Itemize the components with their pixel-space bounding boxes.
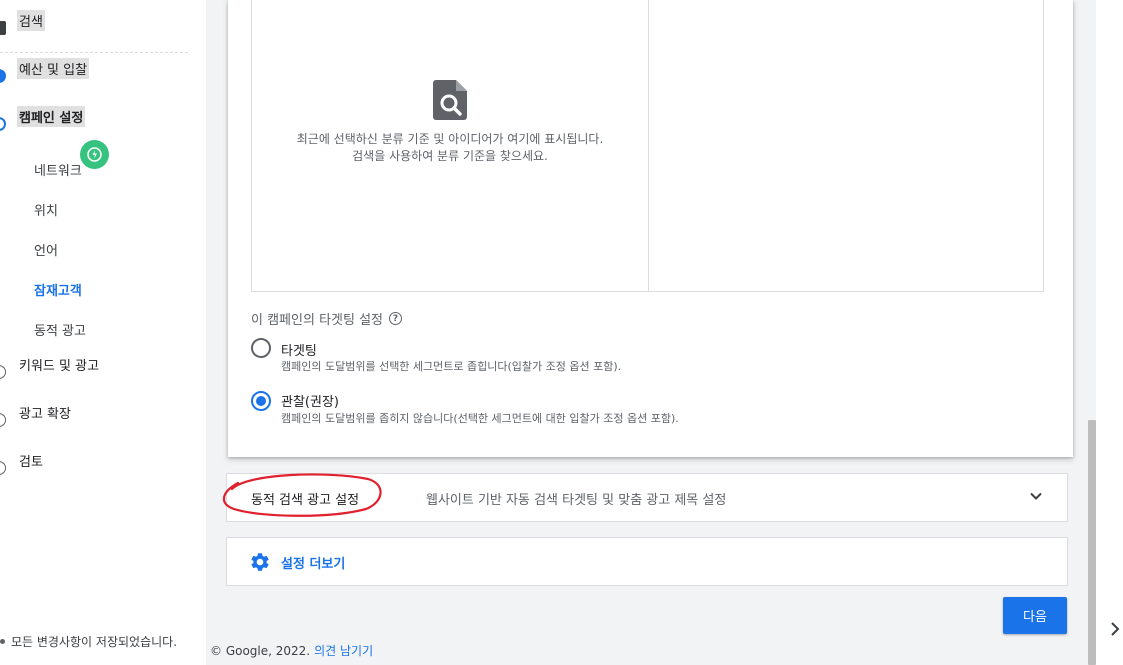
radio-targeting[interactable] [251, 338, 271, 358]
feedback-link[interactable]: 의견 남기기 [314, 644, 373, 658]
radio-observation[interactable] [251, 391, 271, 411]
campaign-steps-sidebar: 검색 예산 및 입찰 캠페인 설정 네트워크 위치 언어 잠재고객 동적 광고 … [0, 0, 206, 665]
next-button[interactable]: 다음 [1003, 597, 1067, 634]
scrollbar-thumb[interactable] [1088, 420, 1096, 665]
empty-state-line: 최근에 선택하신 분류 기준 및 아이디어가 여기에 표시됩니다. [296, 132, 604, 146]
gear-icon [251, 553, 269, 571]
step-circle-icon [0, 365, 6, 379]
option-observation-desc: 캠페인의 도달범위를 좁히지 않습니다(선택한 세그먼트에 대한 입찰가 조정 … [281, 412, 679, 425]
step-label: 검색 [17, 9, 45, 31]
step-label: 광고 확장 [19, 406, 71, 422]
assistant-badge-icon[interactable] [80, 140, 109, 169]
option-targeting-desc: 캠페인의 도달범위를 선택한 세그먼트로 좁힙니다(입찰가 조정 옵션 포함). [281, 360, 622, 373]
dynamic-search-ads-row[interactable]: 동적 검색 광고 설정 웹사이트 기반 자동 검색 타겟팅 및 맞춤 광고 제목… [222, 473, 1068, 522]
step-label: 캠페인 설정 [17, 105, 86, 127]
option-targeting-label: 타겟팅 [281, 344, 317, 359]
option-observation-label: 관찰(권장) [281, 395, 339, 410]
saved-status: 모든 변경사항이 저장되었습니다. [0, 633, 177, 650]
help-icon[interactable]: ? [389, 312, 402, 325]
pane-divider [648, 0, 649, 292]
search-step-icon [0, 21, 6, 35]
dsa-title: 동적 검색 광고 설정 [251, 493, 360, 508]
chevron-down-icon[interactable] [1029, 488, 1043, 507]
substep-dynamic-ads[interactable]: 동적 광고 [34, 320, 86, 339]
chevron-right-icon[interactable] [1109, 621, 1121, 641]
empty-state-text: 최근에 선택하신 분류 기준 및 아이디어가 여기에 표시됩니다. 검색을 사용… [252, 131, 648, 165]
audience-card: 최근에 선택하신 분류 기준 및 아이디어가 여기에 표시됩니다. 검색을 사용… [228, 0, 1073, 457]
targeting-title-text: 이 캠페인의 타겟팅 설정 [251, 313, 383, 328]
check-circle-icon [0, 69, 6, 83]
substep-audience[interactable]: 잠재고객 [34, 280, 82, 299]
more-settings-row[interactable]: 설정 더보기 [226, 537, 1068, 586]
step-circle-icon [0, 413, 6, 427]
step-divider [0, 52, 188, 53]
more-settings-label: 설정 더보기 [281, 556, 346, 572]
saved-status-text: 모든 변경사항이 저장되었습니다. [11, 635, 178, 649]
substep-network[interactable]: 네트워크 [34, 160, 82, 179]
main-content: 최근에 선택하신 분류 기준 및 아이디어가 여기에 표시됩니다. 검색을 사용… [206, 0, 1096, 665]
status-dot-icon [0, 639, 5, 644]
copyright-text: © Google, 2022. [210, 644, 311, 658]
step-circle-icon [0, 461, 6, 475]
substep-language[interactable]: 언어 [34, 240, 58, 259]
step-label: 키워드 및 광고 [19, 358, 100, 374]
more-settings-button[interactable]: 설정 더보기 [249, 551, 345, 573]
step-label: 검토 [19, 454, 43, 470]
empty-state-line: 검색을 사용하여 분류 기준을 찾으세요. [352, 149, 548, 163]
step-label: 예산 및 입찰 [17, 57, 90, 79]
audience-browse-panes: 최근에 선택하신 분류 기준 및 아이디어가 여기에 표시됩니다. 검색을 사용… [251, 0, 1044, 292]
dsa-description: 웹사이트 기반 자동 검색 타겟팅 및 맞춤 광고 제목 설정 [426, 493, 727, 508]
targeting-setting-title: 이 캠페인의 타겟팅 설정 ? [251, 309, 402, 328]
right-gutter [1096, 0, 1123, 665]
current-step-icon [0, 117, 6, 131]
substep-location[interactable]: 위치 [34, 200, 58, 219]
document-search-icon [433, 80, 467, 124]
footer: © Google, 2022. 의견 남기기 [210, 642, 373, 659]
